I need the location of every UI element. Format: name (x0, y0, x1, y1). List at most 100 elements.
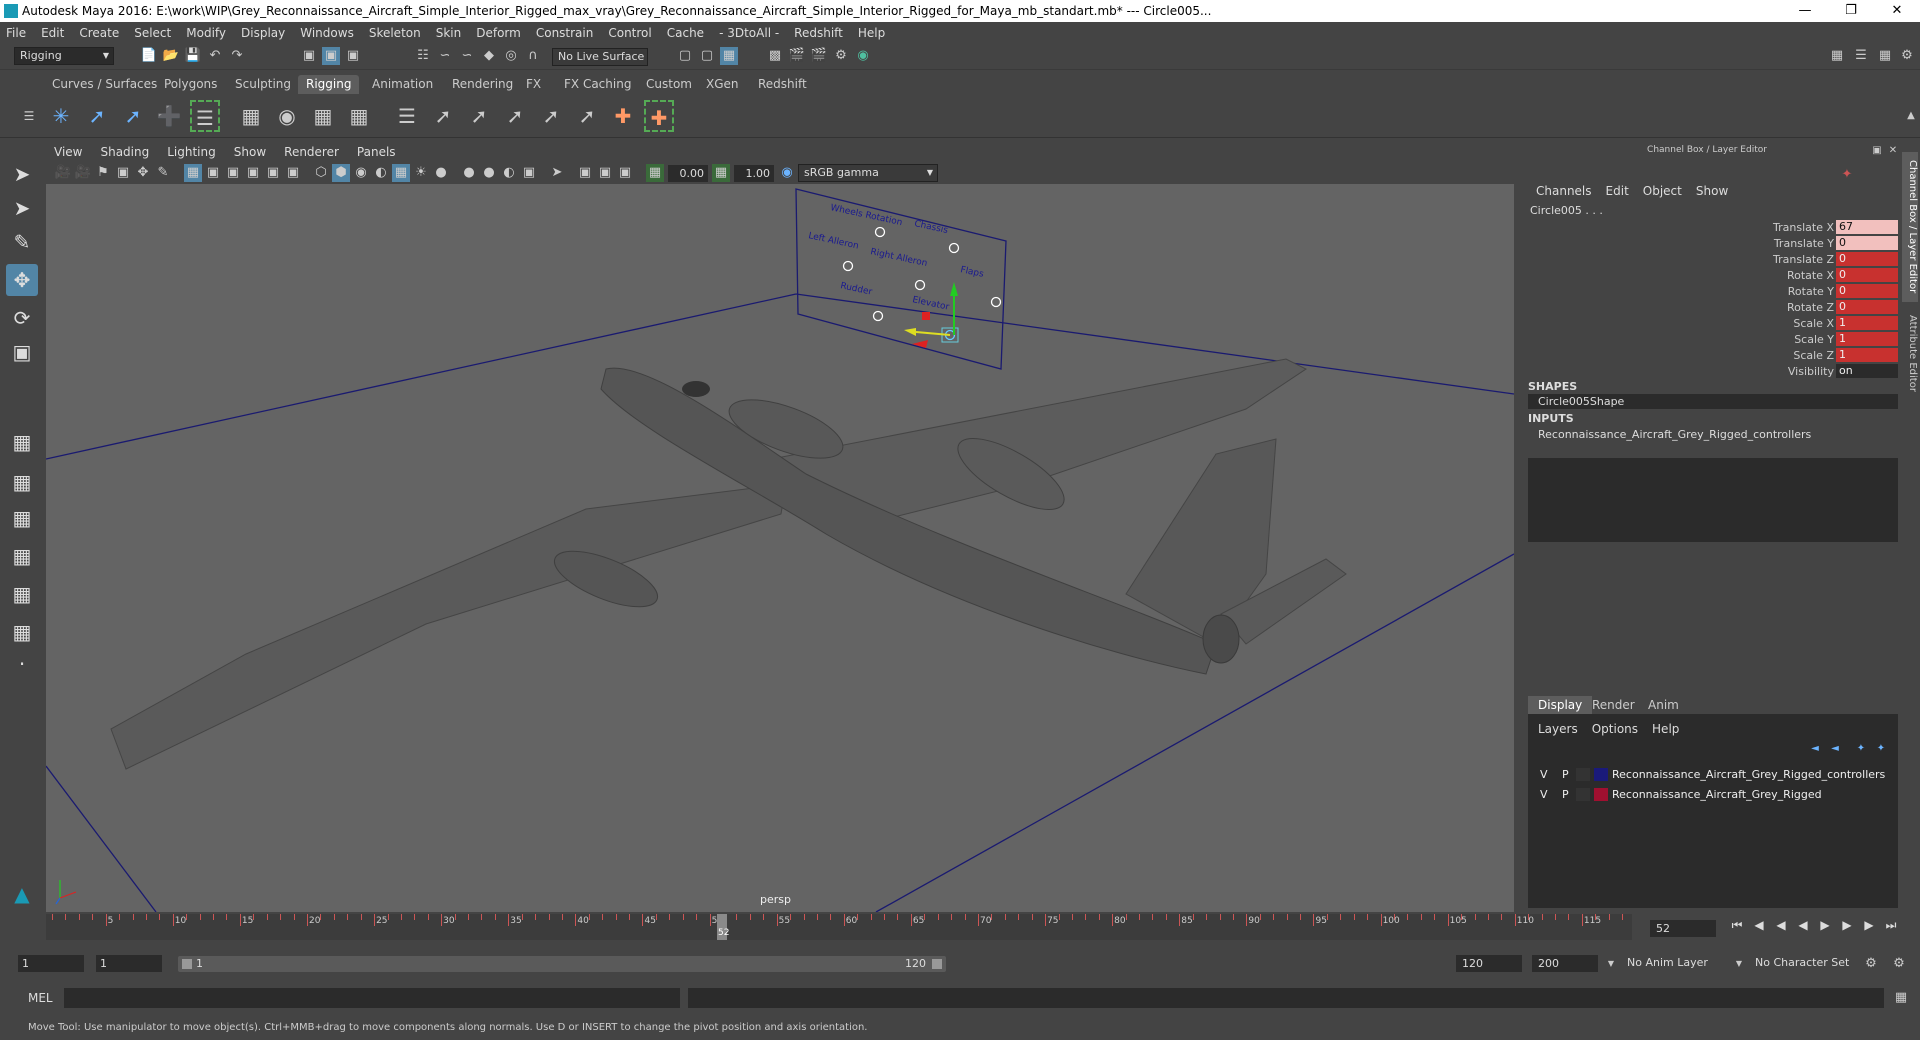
panel-menu-view[interactable]: View (54, 145, 82, 159)
channel-value[interactable]: 0 (1836, 268, 1898, 282)
wireframe-icon[interactable]: ⬡ (312, 164, 330, 182)
render-view-icon[interactable]: ▩ (766, 47, 784, 65)
pole-vector-icon[interactable]: ✚ (608, 100, 638, 132)
menu-skeleton[interactable]: Skeleton (369, 26, 421, 40)
rotate-tool-icon[interactable]: ⟳ (6, 302, 38, 334)
channel-value[interactable]: 67 (1836, 220, 1898, 234)
go-to-start-icon[interactable]: ⏮ (1728, 916, 1746, 934)
move-tool-icon[interactable]: ✥ (6, 264, 38, 296)
channel-row[interactable]: Rotate Y 0 (1522, 284, 1898, 300)
panel-menu-lighting[interactable]: Lighting (167, 145, 216, 159)
image-plane-icon[interactable]: ▣ (114, 164, 132, 182)
animation-prefs-icon[interactable]: ⚙ (1890, 955, 1908, 973)
bind-skin-icon[interactable]: ▦ (236, 100, 266, 132)
bookmark-icon[interactable]: ⚑ (94, 164, 112, 182)
controller-circle[interactable] (842, 260, 854, 272)
menu-help[interactable]: Help (858, 26, 885, 40)
chevron-down-icon[interactable]: ▼ (1730, 955, 1748, 973)
end-time-field[interactable]: 200 (1532, 955, 1598, 972)
xray-joints-icon[interactable]: ▣ (576, 164, 594, 182)
shadows-icon[interactable]: ● (460, 164, 478, 182)
step-forward-frame-icon[interactable]: ▶ (1838, 916, 1856, 934)
move-layer-down-icon[interactable]: ◄ (1826, 740, 1844, 758)
channel-value[interactable]: 0 (1836, 284, 1898, 298)
channel-box-toggle-icon[interactable]: ▦ (1876, 47, 1894, 65)
select-component-icon[interactable]: ▣ (344, 47, 362, 65)
menu-modify[interactable]: Modify (186, 26, 226, 40)
play-backward-icon[interactable]: ◀ (1794, 916, 1812, 934)
manipulator-icon[interactable]: ✦ (1838, 166, 1856, 184)
channel-row[interactable]: Scale Z 1 (1522, 348, 1898, 364)
menu-constrain[interactable]: Constrain (536, 26, 594, 40)
snap-surface-icon[interactable]: ◎ (502, 47, 520, 65)
playback-end-field[interactable]: 120 (1456, 955, 1522, 972)
step-back-key-icon[interactable]: ◀ (1750, 916, 1768, 934)
two-view-icon[interactable]: ▦ (6, 502, 38, 534)
auto-key-icon[interactable]: ⚙ (1862, 955, 1880, 973)
panel-menu-shading[interactable]: Shading (100, 145, 149, 159)
character-set-dropdown[interactable]: No Character Set (1750, 955, 1862, 973)
minimize-icon[interactable]: — (1782, 0, 1828, 22)
tab-xgen[interactable]: XGen (698, 75, 747, 94)
layer-name[interactable]: Reconnaissance_Aircraft_Grey_Rigged_cont… (1612, 768, 1885, 781)
gate-mask-icon[interactable]: ▣ (244, 164, 262, 182)
layer-row[interactable]: V P Reconnaissance_Aircraft_Grey_Rigged (1534, 786, 1894, 804)
undo-icon[interactable]: ↶ (206, 47, 224, 65)
layer-display-type[interactable] (1576, 768, 1590, 781)
aircraft-model[interactable] (110, 358, 1347, 770)
camera-attr-icon[interactable]: 🎥 (74, 164, 92, 182)
isolate-select-icon[interactable]: ➤ (548, 164, 566, 182)
open-scene-icon[interactable]: 📂 (162, 47, 180, 65)
joint-tool-icon[interactable]: ➚ (82, 100, 112, 132)
panel-menu-panels[interactable]: Panels (357, 145, 396, 159)
current-frame-field[interactable]: 52 (1650, 920, 1716, 937)
lights-icon[interactable]: ● (432, 164, 450, 182)
tab-fx[interactable]: FX (518, 75, 549, 94)
tab-attribute-editor-vertical[interactable]: Attribute Editor (1902, 308, 1918, 398)
chevron-down-icon[interactable]: ▼ (1602, 955, 1620, 973)
menu-cache[interactable]: Cache (667, 26, 704, 40)
layer-menu-layers[interactable]: Layers (1538, 722, 1578, 736)
snap-grid-icon[interactable]: ☷ (414, 47, 432, 65)
gamma-field[interactable]: 1.00 (734, 165, 774, 182)
locator-icon[interactable]: ✳ (46, 100, 76, 132)
rig-control-panel[interactable]: Wheels Rotation Chassis Left Alleron Rig… (795, 188, 1007, 370)
tab-rendering[interactable]: Rendering (444, 75, 521, 94)
construction-history-icon[interactable]: ▦ (720, 47, 738, 65)
single-view-icon[interactable]: ▦ (6, 426, 38, 458)
layer-menu-options[interactable]: Options (1592, 722, 1638, 736)
safe-action-icon[interactable]: ▣ (284, 164, 302, 182)
default-material-icon[interactable]: ◉ (352, 164, 370, 182)
script-editor-icon[interactable]: ▦ (1892, 989, 1910, 1007)
cb-menu-edit[interactable]: Edit (1606, 184, 1629, 198)
layer-color-swatch[interactable] (1594, 788, 1608, 801)
channel-row[interactable]: Translate Z 0 (1522, 252, 1898, 268)
tab-animation[interactable]: Animation (364, 75, 441, 94)
grid-icon[interactable]: ▦ (184, 164, 202, 182)
paint-select-icon[interactable]: ✎ (6, 226, 38, 258)
menu-create[interactable]: Create (79, 26, 119, 40)
cb-menu-object[interactable]: Object (1643, 184, 1682, 198)
save-scene-icon[interactable]: 💾 (184, 47, 202, 65)
hud-icon[interactable]: ▣ (616, 164, 634, 182)
collapse-icon[interactable]: · (6, 648, 38, 680)
quick-rig-icon[interactable]: ☰ (190, 100, 220, 132)
paint-weights-icon[interactable]: ◉ (272, 100, 302, 132)
channel-value[interactable]: 1 (1836, 316, 1898, 330)
layer-color-swatch[interactable] (1594, 768, 1608, 781)
range-slider-bar[interactable]: 1 120 (178, 956, 946, 972)
anti-alias-icon[interactable]: ▣ (520, 164, 538, 182)
new-layer-selected-icon[interactable]: ✦ (1872, 740, 1890, 758)
menu-set-dropdown[interactable]: Rigging ▼ (14, 47, 114, 65)
channel-value[interactable]: 0 (1836, 300, 1898, 314)
channel-value[interactable]: on (1836, 364, 1898, 378)
exposure-icon[interactable]: ▦ (646, 164, 664, 182)
input-ops-icon[interactable]: ▢ (676, 47, 694, 65)
move-manip-z-axis[interactable] (915, 331, 951, 336)
resolution-gate-icon[interactable]: ▣ (224, 164, 242, 182)
menu-file[interactable]: File (6, 26, 26, 40)
controller-circle[interactable] (990, 296, 1002, 308)
view-transform-dropdown[interactable]: sRGB gamma ▼ (798, 164, 938, 182)
color-management-icon[interactable]: ◉ (778, 164, 796, 182)
layer-visibility-toggle[interactable]: V (1540, 788, 1548, 801)
